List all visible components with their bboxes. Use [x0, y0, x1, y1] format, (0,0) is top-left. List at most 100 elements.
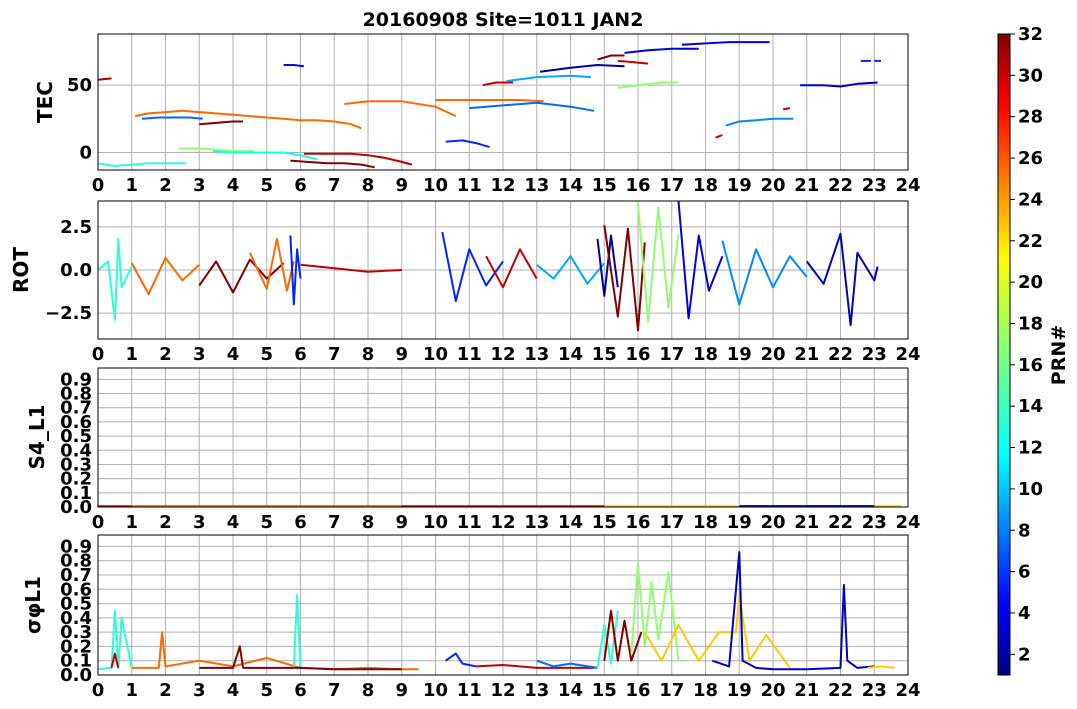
x-tick-label: 24 — [895, 680, 920, 701]
x-tick-label: 14 — [558, 344, 583, 365]
x-tick-label: 21 — [794, 175, 819, 196]
x-tick-label: 16 — [625, 175, 650, 196]
x-tick-label: 11 — [457, 512, 482, 533]
series-line-prn-25 — [435, 99, 544, 103]
colorbar-tick-label: 10 — [1018, 479, 1043, 500]
x-tick-label: 19 — [727, 680, 752, 701]
rot-panel: 0 1 2 3 4 5 6 7 8 9 10 11 12 13 14 15 16 17 18 19 20 21 22 23 24… — [9, 200, 921, 365]
sigma-phi-panel: 0 1 2 3 4 5 6 7 8 9 10 11 12 13 14 15 16 17 18 19 20 21 22 23 24… — [21, 534, 921, 701]
x-tick-label: 2 — [159, 175, 172, 196]
series-line-prn-2 — [539, 64, 625, 73]
x-tick-label: 9 — [395, 344, 408, 365]
x-tick-label: 7 — [328, 175, 341, 196]
series-line-prn-30 — [300, 263, 402, 273]
series-line-prn-6 — [441, 231, 504, 303]
series-line-prn-4 — [624, 47, 699, 54]
x-tick-label: 12 — [490, 175, 515, 196]
x-tick-label: 14 — [558, 680, 583, 701]
x-tick-label: 5 — [260, 344, 273, 365]
s4-panel: 0 1 2 3 4 5 6 7 8 9 10 11 12 13 14 15 16 17 18 19 20 21 22 23 24… — [25, 367, 921, 533]
x-tick-label: 2 — [159, 680, 172, 701]
series-line-prn-3 — [711, 551, 875, 671]
x-tick-label: 19 — [727, 344, 752, 365]
y-tick-label: 50 — [67, 75, 92, 96]
x-tick-label: 4 — [227, 344, 240, 365]
x-tick-label: 17 — [659, 680, 684, 701]
series-line-prn-4 — [677, 201, 724, 320]
x-tick-label: 5 — [260, 175, 273, 196]
x-tick-label: 23 — [862, 512, 887, 533]
x-tick-label: 8 — [362, 175, 375, 196]
x-tick-label: 5 — [260, 512, 273, 533]
x-tick-label: 24 — [895, 512, 920, 533]
colorbar-tick-label: 2 — [1018, 644, 1031, 665]
series-line-prn-30 — [782, 107, 791, 111]
x-tick-label: 14 — [558, 175, 583, 196]
x-tick-label: 3 — [193, 344, 206, 365]
x-tick-label: 20 — [760, 175, 785, 196]
x-tick-label: 7 — [328, 344, 341, 365]
series-line-prn-30 — [715, 134, 723, 139]
x-tick-label: 11 — [457, 344, 482, 365]
series-line-prn-25 — [134, 109, 362, 130]
x-tick-label: 22 — [828, 344, 853, 365]
x-tick-label: 2 — [159, 344, 172, 365]
x-tick-label: 16 — [625, 512, 650, 533]
series-group — [98, 41, 881, 169]
y-axis-label: σφL1 — [21, 576, 45, 634]
x-tick-label: 0 — [92, 175, 105, 196]
x-tick-label: 10 — [423, 175, 448, 196]
x-tick-label: 8 — [362, 512, 375, 533]
x-tick-label: 1 — [125, 680, 138, 701]
chart-title: 20160908 Site=1011 JAN2 — [363, 9, 644, 31]
x-tick-label: 1 — [125, 512, 138, 533]
series-line-prn-4 — [681, 41, 770, 46]
x-tick-label: 3 — [193, 680, 206, 701]
x-tick-label: 10 — [423, 344, 448, 365]
series-line-prn-5 — [283, 64, 305, 68]
colorbar-gradient — [997, 33, 1011, 676]
series-line-prn-14 — [98, 237, 133, 321]
series-line-prn-14 — [98, 162, 186, 167]
x-tick-label: 23 — [862, 344, 887, 365]
series-line-prn-6 — [289, 235, 302, 306]
x-tick-label: 0 — [92, 680, 105, 701]
tec-panel: 0 1 2 3 4 5 6 7 8 9 10 11 12 13 14 15 16 17 18 19 20 21 22 23 24… — [33, 33, 921, 196]
x-tick-label: 9 — [395, 680, 408, 701]
colorbar-tick-label: 26 — [1018, 148, 1043, 169]
x-tick-label: 4 — [227, 512, 240, 533]
y-tick-label: 0.9 — [60, 369, 92, 390]
series-group — [98, 201, 879, 332]
y-axis-label: TEC — [33, 81, 57, 123]
x-tick-label: 10 — [423, 680, 448, 701]
series-line-prn-8 — [536, 659, 598, 669]
series-line-prn-6 — [445, 652, 477, 668]
x-tick-label: 2 — [159, 512, 172, 533]
y-tick-label: 0.9 — [60, 536, 92, 557]
colorbar-tick-label: 24 — [1018, 189, 1043, 210]
colorbar-tick-label: 30 — [1018, 65, 1043, 86]
x-tick-label: 6 — [294, 512, 307, 533]
series-line-prn-10 — [506, 74, 591, 83]
colorbar-tick-label: 28 — [1018, 107, 1043, 128]
colorbar-tick-label: 6 — [1018, 562, 1031, 583]
colorbar-tick-label: 14 — [1018, 396, 1043, 417]
x-tick-label: 15 — [592, 512, 617, 533]
x-tick-label: 23 — [862, 175, 887, 196]
x-tick-label: 1 — [125, 175, 138, 196]
x-tick-label: 12 — [490, 512, 515, 533]
series-line-prn-30 — [485, 248, 538, 289]
x-tick-label: 19 — [727, 175, 752, 196]
series-line-prn-25 — [131, 631, 419, 671]
x-tick-label: 20 — [760, 680, 785, 701]
y-tick-label: 2.5 — [60, 217, 92, 238]
x-tick-label: 13 — [524, 680, 549, 701]
colorbar-tick-label: 16 — [1018, 355, 1043, 376]
x-tick-label: 6 — [294, 344, 307, 365]
x-tick-label: 12 — [490, 680, 515, 701]
x-tick-label: 18 — [693, 175, 718, 196]
x-tick-label: 15 — [592, 175, 617, 196]
colorbar-label: PRN# — [1048, 325, 1070, 385]
x-tick-label: 9 — [395, 512, 408, 533]
x-tick-label: 1 — [125, 344, 138, 365]
